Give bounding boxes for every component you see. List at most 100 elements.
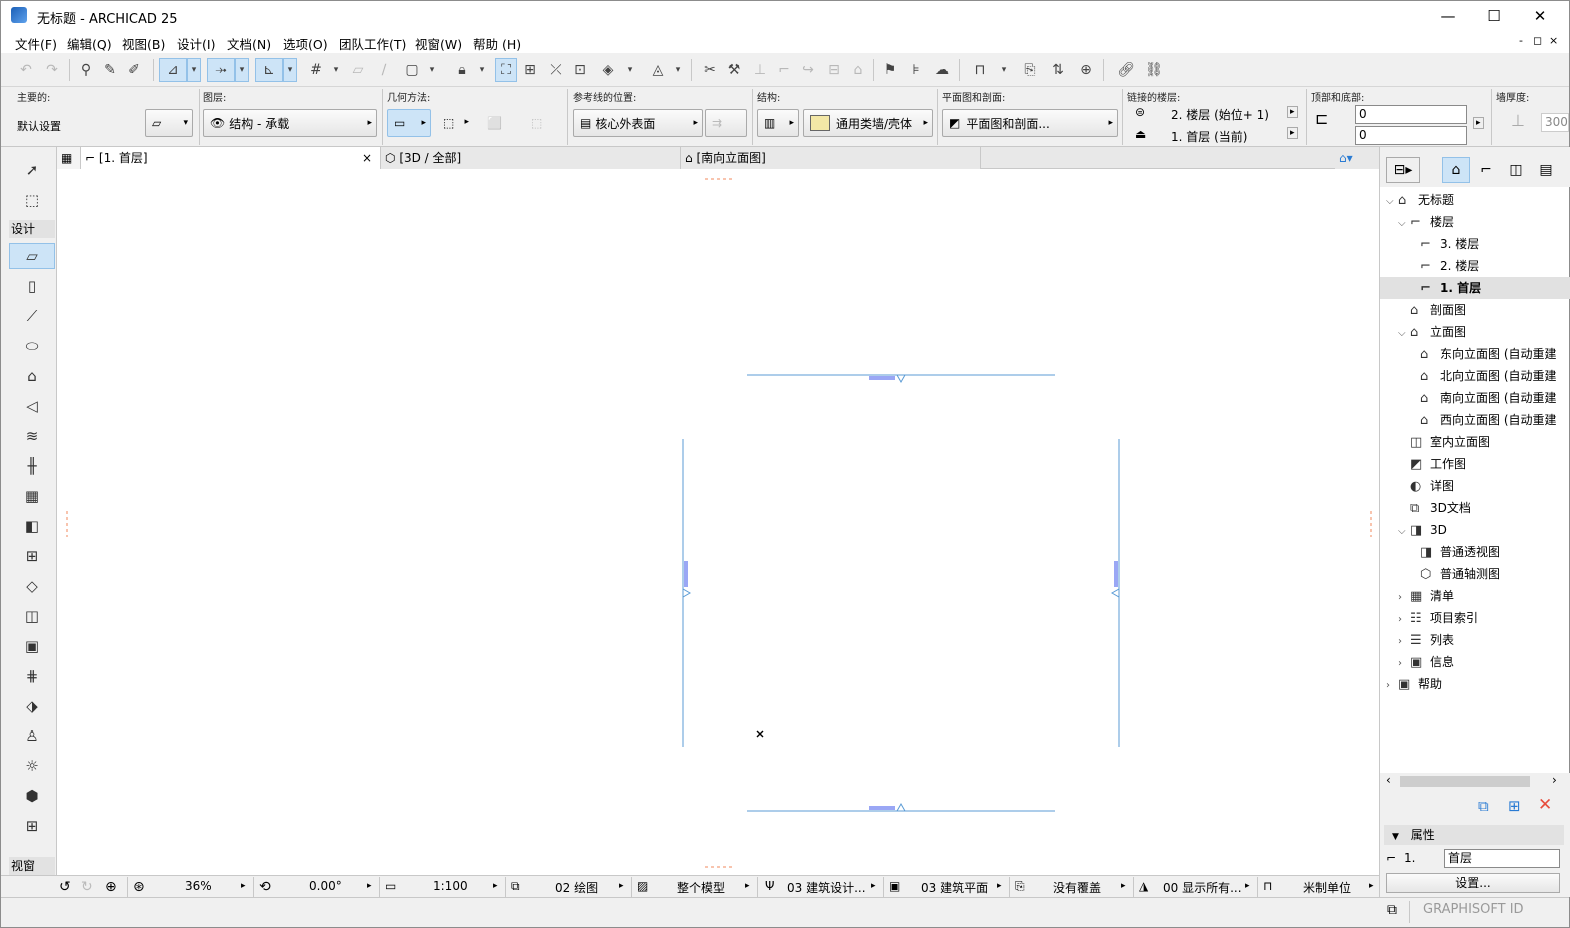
floor-plan-canvas[interactable] xyxy=(57,169,1379,875)
fillet-icon[interactable]: ⌐ xyxy=(773,58,795,82)
link-icon[interactable]: 🔗︎ xyxy=(1115,58,1137,82)
door-tool-icon[interactable]: ◧ xyxy=(9,513,55,539)
settings-button[interactable]: 设置... xyxy=(1386,873,1560,893)
grid-snap-icon[interactable]: # xyxy=(305,58,327,82)
scroll-right-icon[interactable]: › xyxy=(1552,773,1557,787)
trapezoid-wall-button[interactable]: ⬚ ▸ xyxy=(437,109,473,137)
menu-edit[interactable]: 编辑(Q) xyxy=(67,34,112,53)
building-material-selector[interactable]: 通用类墙/壳体 ▸ xyxy=(803,109,933,137)
floorplan-section-button[interactable]: ◩ 平面图和剖面... ▸ xyxy=(942,109,1118,137)
override-value[interactable]: 没有覆盖 xyxy=(1053,879,1101,896)
railing-tool-icon[interactable]: ╫ xyxy=(9,453,55,479)
snap-guides-icon[interactable]: ⤞ xyxy=(207,58,235,82)
tree-item-project-indexes[interactable]: › ☷ 项目索引 xyxy=(1398,607,1478,629)
zoom-forward-icon[interactable]: ↻ xyxy=(81,879,93,895)
door-icon[interactable]: ⊓ xyxy=(969,58,991,82)
units-arrow[interactable]: ▸ xyxy=(1369,881,1374,891)
scale-arrow[interactable]: ▸ xyxy=(493,881,498,891)
mdi-minimize-button[interactable]: - xyxy=(1519,34,1523,47)
pen-set-arrow[interactable]: ▸ xyxy=(871,881,876,891)
column-tool-icon[interactable]: ▯ xyxy=(9,273,55,299)
properties-header[interactable]: ▼ 属性 xyxy=(1384,825,1564,845)
tab-3d[interactable]: ⬡ [3D / 全部] xyxy=(381,147,681,169)
stair-tool-icon[interactable]: ≋ xyxy=(9,423,55,449)
bottom-offset-input[interactable]: 0 xyxy=(1355,126,1467,145)
mvo-value[interactable]: 03 建筑平面 xyxy=(921,879,988,896)
slanted-wall-button[interactable]: ⬚ xyxy=(525,109,561,137)
layer-combo-value[interactable]: 02 绘图 xyxy=(555,879,598,896)
minimize-button[interactable]: — xyxy=(1425,1,1471,31)
cloud-icon[interactable]: ☁ xyxy=(931,58,953,82)
lamp-tool-icon[interactable]: ☼ xyxy=(9,753,55,779)
tab-floor-plan[interactable]: ⌐ [1. 首层] × xyxy=(81,147,381,169)
model-view-icon[interactable]: ▨ xyxy=(637,879,648,893)
delete-icon[interactable]: ✕ xyxy=(1538,795,1552,815)
curtain-wall-tool-icon[interactable]: ▦ xyxy=(9,483,55,509)
grid-tool-icon[interactable]: ⊞ xyxy=(9,813,55,839)
tree-item-east-elevation[interactable]: ⌂ 东向立面图 (自动重建 xyxy=(1420,343,1557,365)
renovation-value[interactable]: 00 显示所有... xyxy=(1163,879,1242,896)
units-value[interactable]: 米制单位 xyxy=(1303,879,1351,896)
unlink-icon[interactable]: ⛓ xyxy=(1143,58,1165,82)
shell-tool-icon[interactable]: ◁ xyxy=(9,393,55,419)
corner-window-tool-icon[interactable]: ▣ xyxy=(9,633,55,659)
measure-icon[interactable]: ⊞ xyxy=(519,58,541,82)
renovation-icon[interactable]: ◮ xyxy=(1139,879,1148,893)
offset-arrow[interactable]: ▸ xyxy=(1473,117,1484,129)
window-layout-icon[interactable]: ⧉ xyxy=(1387,902,1397,918)
layer-selector[interactable]: 👁︎ 结构 - 承载 ▸ xyxy=(203,109,377,137)
clone-view-icon[interactable]: ⧉ xyxy=(1478,797,1489,815)
mvo-icon[interactable]: ▣ xyxy=(889,879,900,893)
syringe-icon[interactable]: ✐ xyxy=(123,58,145,82)
grid-dropdown-icon[interactable]: ▾ xyxy=(329,58,343,82)
marquee-tool-icon[interactable]: ⬚ xyxy=(9,187,55,213)
graphisoft-id[interactable]: GRAPHISOFT ID xyxy=(1423,902,1524,917)
pen-set-value[interactable]: 03 建筑设计... xyxy=(787,879,866,896)
zone-tool-icon[interactable]: ⬢ xyxy=(9,783,55,809)
roof-icon[interactable]: ⌂ xyxy=(847,58,869,82)
publish-icon[interactable]: ⎘ xyxy=(1019,58,1041,82)
lock-icon[interactable]: 🔒︎ xyxy=(451,58,473,82)
menu-file[interactable]: 文件(F) xyxy=(15,34,57,53)
polygon-wall-button[interactable]: ⬜ xyxy=(481,109,517,137)
flag-icon[interactable]: ⚑ xyxy=(879,58,901,82)
override-arrow[interactable]: ▸ xyxy=(1121,881,1126,891)
offset-icon[interactable]: ⊟ xyxy=(823,58,845,82)
scale-value[interactable]: 1:100 xyxy=(433,879,468,893)
tab-close-button[interactable]: × xyxy=(362,147,372,169)
eyedropper-icon[interactable]: ✎ xyxy=(99,58,121,82)
scissors-icon[interactable]: ✂ xyxy=(699,58,721,82)
straight-wall-button[interactable]: ▭ ▸ xyxy=(387,109,431,137)
suspend-groups-icon[interactable]: ⛶ xyxy=(495,58,517,82)
top-offset-input[interactable]: 0 xyxy=(1355,105,1467,124)
flip-refline-button[interactable]: ⇉ xyxy=(705,109,747,137)
thickness-input[interactable]: 300 xyxy=(1541,113,1569,132)
tab-overview-icon[interactable]: ▦ xyxy=(57,147,81,169)
tree-item-details[interactable]: ◐ 详图 xyxy=(1410,475,1454,497)
model-view-value[interactable]: 整个模型 xyxy=(677,879,725,896)
zoom-arrow[interactable]: ▸ xyxy=(241,881,246,891)
intersect-icon[interactable]: ⤫ xyxy=(545,58,567,82)
door-dropdown-icon[interactable]: ▾ xyxy=(997,58,1011,82)
layout-book-icon[interactable]: ◫ xyxy=(1502,157,1530,183)
units-icon[interactable]: ⊓ xyxy=(1263,879,1272,893)
zoom-value[interactable]: 36% xyxy=(185,879,212,893)
undo-icon[interactable]: ↶ xyxy=(15,58,37,82)
tree-item-west-elevation[interactable]: ⌂ 西向立面图 (自动重建 xyxy=(1420,409,1557,431)
navigator-hscrollbar[interactable]: ‹ › xyxy=(1380,773,1570,789)
bim-icon[interactable]: ⊕ xyxy=(1075,58,1097,82)
menu-options[interactable]: 选项(O) xyxy=(283,34,328,53)
tab-menu-button[interactable]: ⌂▾ xyxy=(1335,147,1379,169)
tree-item-worksheets[interactable]: ◩ 工作图 xyxy=(1410,453,1466,475)
tree-item-south-elevation[interactable]: ⌂ 南向立面图 (自动重建 xyxy=(1420,387,1557,409)
triangle-circle-icon[interactable]: ◬ xyxy=(647,58,669,82)
layer-combo-icon[interactable]: ⧉ xyxy=(511,879,520,894)
close-button[interactable]: ✕ xyxy=(1517,1,1563,31)
navigator-mode-button[interactable]: ⊟▸ xyxy=(1386,157,1420,183)
tree-item-story-1[interactable]: ⌐ 1. 首层 xyxy=(1380,277,1570,299)
tree-item-north-elevation[interactable]: ⌂ 北向立面图 (自动重建 xyxy=(1420,365,1557,387)
mvo-arrow[interactable]: ▸ xyxy=(997,881,1002,891)
renovation-arrow[interactable]: ▸ xyxy=(1245,881,1250,891)
menu-help[interactable]: 帮助 (H) xyxy=(473,34,521,53)
angle-arrow[interactable]: ▸ xyxy=(367,881,372,891)
